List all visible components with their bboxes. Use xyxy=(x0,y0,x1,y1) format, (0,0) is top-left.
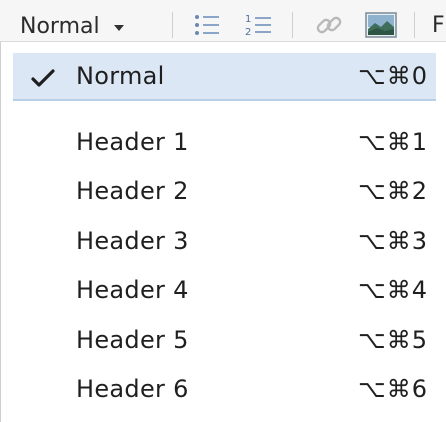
bullet-list-button[interactable] xyxy=(192,10,222,40)
menu-item-shortcut: ⌥⌘3 xyxy=(358,227,428,255)
image-icon xyxy=(365,12,397,38)
paragraph-style-dropdown: Normal ⌥⌘0 Header 1 ⌥⌘1 Header 2 ⌥⌘2 Hea… xyxy=(0,42,446,422)
svg-text:1: 1 xyxy=(245,14,251,25)
checkmark-icon xyxy=(31,69,55,87)
menu-item-shortcut: ⌥⌘2 xyxy=(358,177,428,205)
menu-item-shortcut: ⌥⌘1 xyxy=(358,128,428,156)
numbered-list-button[interactable]: 1 2 xyxy=(242,10,274,40)
menu-item-label: Header 1 xyxy=(76,128,189,156)
bullet-list-icon xyxy=(195,15,219,35)
toolbar-divider xyxy=(414,12,415,38)
menu-item-normal[interactable]: Normal ⌥⌘0 xyxy=(13,53,436,101)
menu-item-label: Header 5 xyxy=(76,326,189,354)
menu-item-header-2[interactable]: Header 2 ⌥⌘2 xyxy=(13,167,436,215)
menu-item-header-1[interactable]: Header 1 ⌥⌘1 xyxy=(13,118,436,166)
menu-item-label: Header 3 xyxy=(76,227,189,255)
menu-item-header-5[interactable]: Header 5 ⌥⌘5 xyxy=(13,316,436,364)
menu-item-label: Header 2 xyxy=(76,177,189,205)
toolbar-divider xyxy=(172,12,173,38)
menu-item-shortcut: ⌥⌘5 xyxy=(358,326,428,354)
menu-item-header-6[interactable]: Header 6 ⌥⌘6 xyxy=(13,365,436,413)
insert-link-button[interactable] xyxy=(312,10,346,40)
paragraph-style-select[interactable]: Normal xyxy=(20,12,124,40)
numbered-list-icon: 1 2 xyxy=(245,14,271,38)
paragraph-style-value: Normal xyxy=(20,13,100,39)
editor-toolbar: Normal 1 2 F xyxy=(0,0,446,42)
menu-item-label: Header 4 xyxy=(76,276,189,304)
svg-text:2: 2 xyxy=(245,27,251,38)
insert-image-button[interactable] xyxy=(364,10,398,40)
menu-item-shortcut: ⌥⌘0 xyxy=(358,62,428,90)
toolbar-truncated-label: F xyxy=(432,13,445,38)
link-icon xyxy=(316,16,342,34)
menu-item-label: Normal xyxy=(76,62,165,90)
toolbar-divider xyxy=(292,12,293,38)
menu-item-label: Header 6 xyxy=(76,375,189,403)
menu-item-header-4[interactable]: Header 4 ⌥⌘4 xyxy=(13,266,436,314)
chevron-down-icon xyxy=(113,25,124,31)
menu-item-shortcut: ⌥⌘6 xyxy=(358,375,428,403)
menu-item-shortcut: ⌥⌘4 xyxy=(358,276,428,304)
menu-item-header-3[interactable]: Header 3 ⌥⌘3 xyxy=(13,217,436,265)
